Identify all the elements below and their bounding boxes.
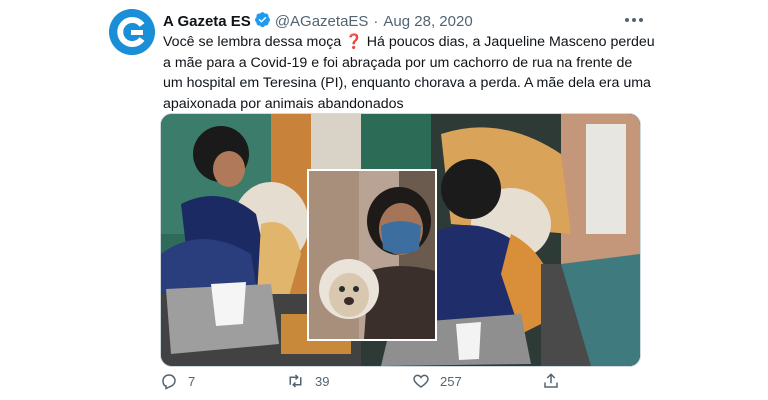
like-button[interactable]: 257 [412,372,462,390]
tweet-text-line-1: Você se lembra dessa moça ❓ Há poucos di… [163,32,655,53]
reply-button[interactable]: 7 [160,372,195,390]
retweet-button[interactable]: 39 [286,372,329,390]
tweet-card: A Gazeta ES @AGazetaES · Aug 28, 2020 Vo… [100,0,656,400]
tweet-text-segment: Há poucos dias, a Jaqueline Masceno perd… [362,34,655,50]
question-mark-emoji: ❓ [345,34,363,50]
reply-icon [162,374,176,390]
share-icon [544,373,558,388]
verified-badge-icon [254,11,271,33]
retweet-count: 39 [315,373,330,389]
more-options-icon[interactable] [622,10,646,30]
tweet-text-line-4: apaixonada por animais abandonados [163,95,404,112]
gazeta-logo-icon [109,9,155,55]
media-photo-inset[interactable] [307,169,437,341]
author-name[interactable]: A Gazeta ES [163,13,251,31]
separator-dot: · [373,13,379,30]
tweet-header: A Gazeta ES @AGazetaES · Aug 28, 2020 [163,11,473,33]
like-icon [413,374,429,388]
reply-count: 7 [188,373,196,389]
tweet-text: Você se lembra dessa moça ❓ Há poucos di… [163,32,655,114]
retweet-icon [289,374,302,388]
tweet-text-line-3: um hospital em Teresina (PI), enquanto c… [163,75,651,91]
tweet-actions: 7 39 257 [160,372,650,394]
avatar[interactable] [109,9,155,55]
share-button[interactable] [542,372,570,390]
author-handle[interactable]: @AGazetaES [275,13,369,31]
like-count: 257 [440,373,462,389]
tweet-date[interactable]: Aug 28, 2020 [383,13,472,31]
tweet-text-segment: Você se lembra dessa moça [163,34,342,50]
tweet-media[interactable] [160,113,641,367]
tweet-text-line-2: a mãe para a Covid-19 e foi abraçada por… [163,54,633,71]
